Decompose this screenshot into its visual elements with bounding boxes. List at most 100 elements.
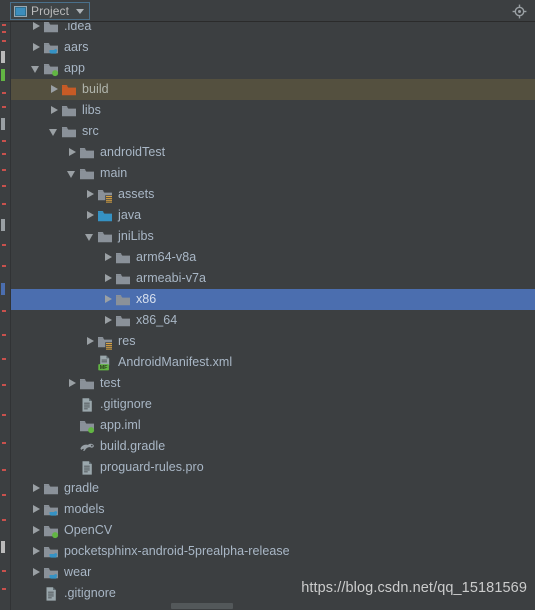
tree-row[interactable]: proguard-rules.pro: [11, 457, 535, 478]
triangle-right-icon[interactable]: [29, 541, 43, 562]
tree-row[interactable]: test: [11, 373, 535, 394]
tree-row[interactable]: main: [11, 163, 535, 184]
tree-row[interactable]: models: [11, 499, 535, 520]
tree-row[interactable]: app: [11, 58, 535, 79]
tree-row[interactable]: arm64-v8a: [11, 247, 535, 268]
stripe-mark: [2, 203, 6, 205]
triangle-right-icon[interactable]: [101, 310, 115, 331]
tree-row[interactable]: armeabi-v7a: [11, 268, 535, 289]
tree-row[interactable]: build.gradle: [11, 436, 535, 457]
triangle-right-icon[interactable]: [29, 499, 43, 520]
tree-row[interactable]: app.iml: [11, 415, 535, 436]
text-file-icon: [43, 586, 59, 602]
triangle-down-icon[interactable]: [83, 226, 97, 247]
tree-row-label: main: [100, 166, 128, 180]
tree-row-label: AndroidManifest.xml: [118, 355, 233, 369]
error-stripe-gutter[interactable]: [0, 22, 11, 610]
tab-project[interactable]: Project: [10, 2, 91, 20]
folder-module-icon: [43, 40, 59, 56]
folder-module-icon: [43, 544, 59, 560]
stripe-mark: [2, 169, 6, 171]
tree-row[interactable]: java: [11, 205, 535, 226]
tree-row[interactable]: aars: [11, 37, 535, 58]
stripe-mark: [2, 40, 6, 42]
triangle-right-icon[interactable]: [29, 520, 43, 541]
tree-row[interactable]: .idea: [11, 22, 535, 37]
triangle-right-icon[interactable]: [29, 22, 43, 37]
stripe-mark: [2, 442, 6, 444]
stripe-mark: [2, 106, 6, 108]
folder-gray-icon: [79, 145, 95, 161]
stripe-mark: [2, 588, 6, 590]
stripe-mark: [2, 384, 6, 386]
triangle-down-icon[interactable]: [65, 163, 79, 184]
tree-row-label: OpenCV: [64, 523, 113, 537]
triangle-right-icon[interactable]: [83, 331, 97, 352]
triangle-right-icon[interactable]: [65, 142, 79, 163]
triangle-right-icon[interactable]: [29, 478, 43, 499]
folder-module-icon: [43, 502, 59, 518]
tree-row-label: build.gradle: [100, 439, 166, 453]
tool-window-header: Project: [0, 0, 535, 22]
manifest-file-icon: MF: [97, 355, 113, 371]
horizontal-scrollbar[interactable]: [11, 602, 535, 610]
folder-gray-icon: [115, 250, 131, 266]
folder-gray-icon: [79, 166, 95, 182]
triangle-down-icon[interactable]: [29, 58, 43, 79]
folder-module-icon: [43, 565, 59, 581]
tree-row-label: gradle: [64, 481, 100, 495]
tree-row-label: models: [64, 502, 105, 516]
folder-assets-icon: [97, 187, 113, 203]
tree-row[interactable]: res: [11, 331, 535, 352]
triangle-right-icon[interactable]: [47, 100, 61, 121]
stripe-mark: [1, 51, 5, 63]
triangle-down-icon[interactable]: [47, 121, 61, 142]
tree-row-label: libs: [82, 103, 101, 117]
tree-row[interactable]: .gitignore: [11, 394, 535, 415]
tree-row[interactable]: pocketsphinx-android-5prealpha-release: [11, 541, 535, 562]
triangle-right-icon[interactable]: [101, 289, 115, 310]
tree-row[interactable]: OpenCV: [11, 520, 535, 541]
tree-row[interactable]: assets: [11, 184, 535, 205]
folder-gray-icon: [115, 271, 131, 287]
tree-row-label: app.iml: [100, 418, 141, 432]
gradle-file-icon: [79, 439, 95, 455]
tree-row-label: arm64-v8a: [136, 250, 197, 264]
tree-row[interactable]: androidTest: [11, 142, 535, 163]
tree-row[interactable]: src: [11, 121, 535, 142]
tree-row[interactable]: x86_64: [11, 310, 535, 331]
folder-source-blue-icon: [97, 208, 113, 224]
folder-gray-icon: [43, 481, 59, 497]
triangle-right-icon[interactable]: [47, 79, 61, 100]
locate-target-icon[interactable]: [512, 4, 527, 19]
stripe-mark: [2, 140, 6, 142]
project-tree-viewport[interactable]: .idea aars app build libs src androidTest mai…: [11, 22, 535, 602]
triangle-right-icon[interactable]: [29, 562, 43, 583]
folder-module-green-icon: [79, 418, 95, 434]
project-tree[interactable]: .idea aars app build libs src androidTest mai…: [11, 22, 535, 602]
folder-gray-icon: [79, 376, 95, 392]
triangle-right-icon[interactable]: [101, 268, 115, 289]
tree-row[interactable]: jniLibs: [11, 226, 535, 247]
stripe-mark: [1, 69, 5, 81]
tree-row[interactable]: build: [11, 79, 535, 100]
stripe-mark: [2, 244, 6, 246]
tree-row[interactable]: gradle: [11, 478, 535, 499]
triangle-right-icon[interactable]: [83, 205, 97, 226]
tree-row[interactable]: MF AndroidManifest.xml: [11, 352, 535, 373]
stripe-mark: [2, 334, 6, 336]
triangle-right-icon[interactable]: [65, 373, 79, 394]
chevron-down-icon[interactable]: [76, 8, 85, 14]
triangle-right-icon[interactable]: [83, 184, 97, 205]
h-scrollbar-thumb[interactable]: [171, 603, 233, 609]
stripe-mark: [1, 283, 5, 295]
tree-row-label: x86: [136, 292, 157, 306]
tree-row[interactable]: libs: [11, 100, 535, 121]
tree-row-label: test: [100, 376, 121, 390]
triangle-right-icon[interactable]: [29, 37, 43, 58]
triangle-right-icon[interactable]: [101, 247, 115, 268]
tree-row[interactable]: x86: [11, 289, 535, 310]
